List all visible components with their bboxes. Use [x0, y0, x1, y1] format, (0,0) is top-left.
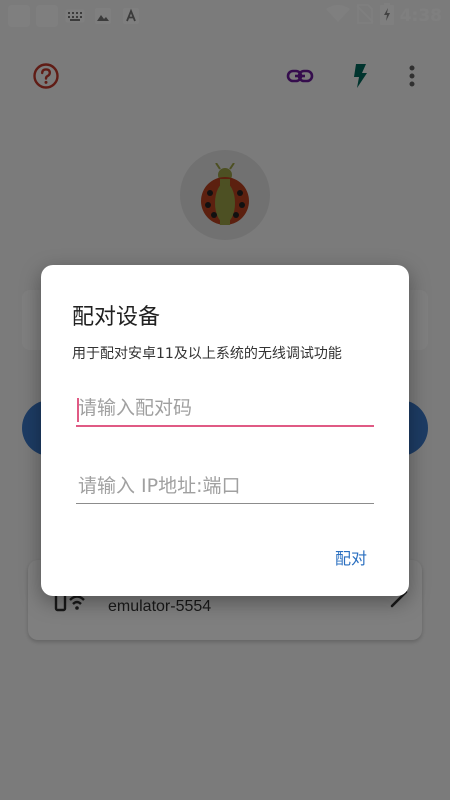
- dialog-description: 用于配对安卓11及以上系统的无线调试功能: [72, 346, 342, 362]
- pairing-code-field: [76, 393, 374, 427]
- ip-port-underline: [76, 503, 374, 504]
- ip-port-input[interactable]: [76, 471, 374, 503]
- pairing-code-underline: [76, 425, 374, 427]
- pairing-code-input[interactable]: [76, 393, 374, 425]
- pair-button[interactable]: 配对: [335, 545, 367, 569]
- ip-port-field: [76, 471, 374, 504]
- dialog-title: 配对设备: [72, 305, 161, 330]
- pair-device-dialog: 配对设备 用于配对安卓11及以上系统的无线调试功能 配对: [41, 265, 409, 596]
- text-cursor: [77, 398, 79, 422]
